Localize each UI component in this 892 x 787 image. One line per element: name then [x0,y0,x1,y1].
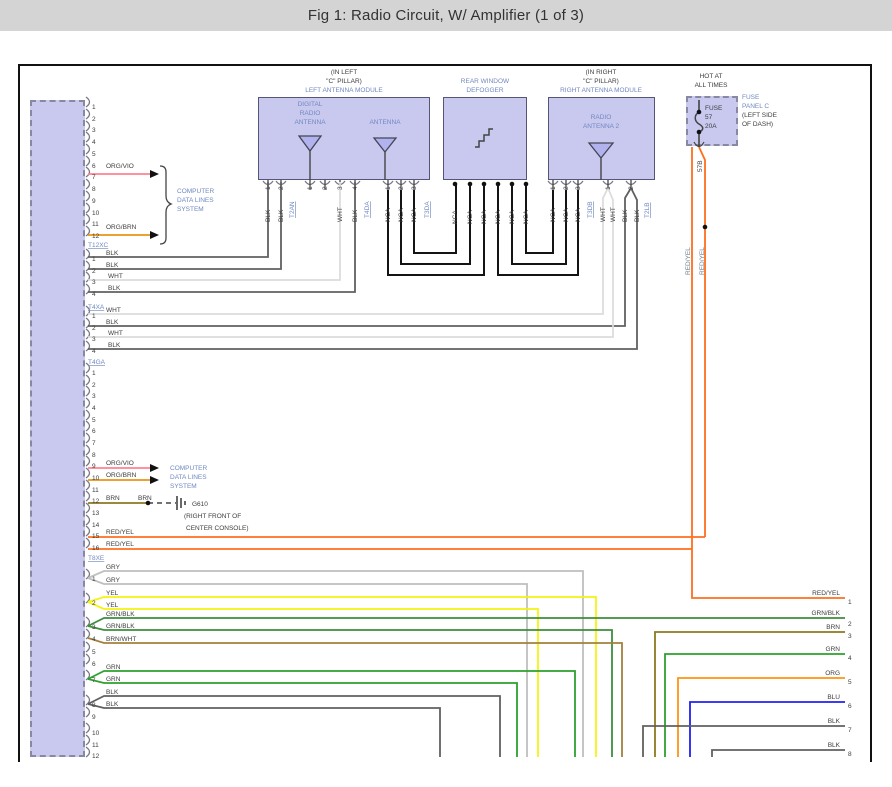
rear-window-defogger-box [443,97,527,180]
fuse-panel-box [686,96,738,146]
left-harness-connector-block [30,100,85,757]
wiring-diagram-page: Fig 1: Radio Circuit, W/ Amplifier (1 of… [0,0,892,787]
page-title: Fig 1: Radio Circuit, W/ Amplifier (1 of… [307,7,585,24]
right-antenna-module-box [548,97,655,180]
left-antenna-module-box [258,97,430,180]
title-bar: Fig 1: Radio Circuit, W/ Amplifier (1 of… [0,0,892,31]
